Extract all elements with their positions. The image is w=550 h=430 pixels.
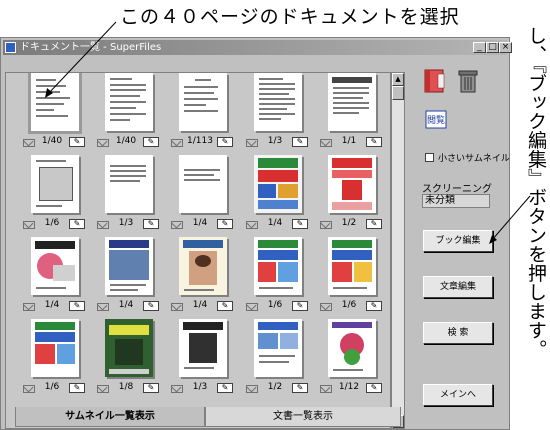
annotation-arrows bbox=[45, 21, 531, 244]
arrow-to-book-edit bbox=[491, 195, 531, 241]
arrow-to-document bbox=[47, 21, 117, 95]
